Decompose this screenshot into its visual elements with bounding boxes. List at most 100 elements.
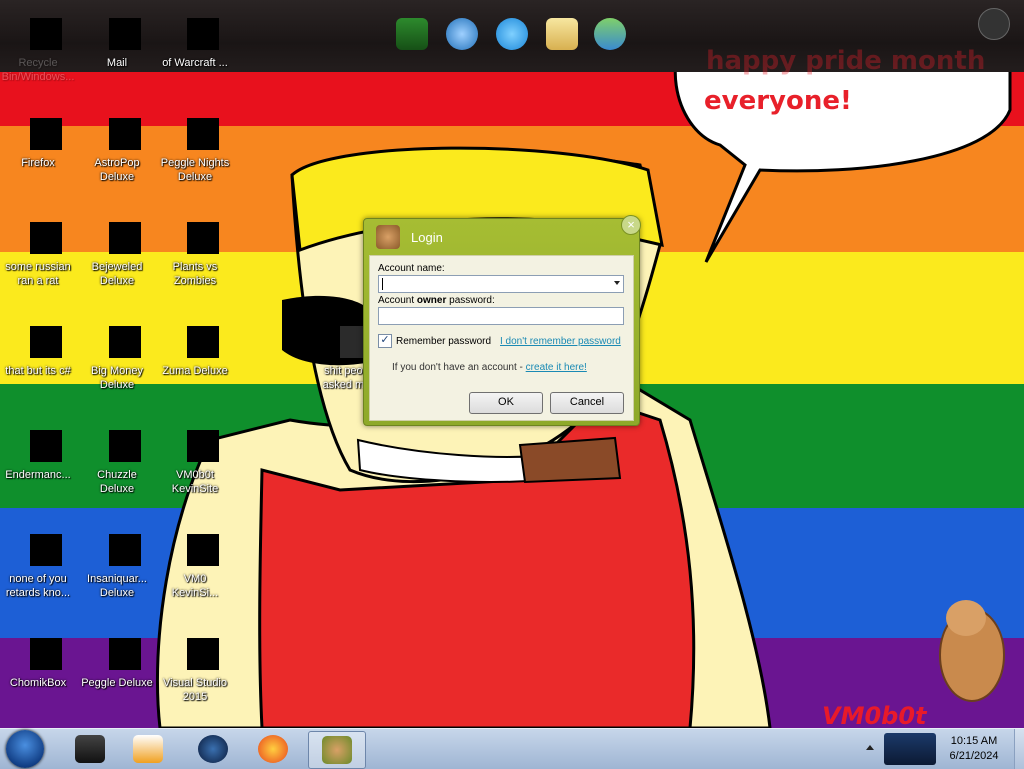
peggle-icon <box>93 628 141 676</box>
desktop-icon[interactable]: Peggle Deluxe <box>79 628 155 690</box>
ok-button[interactable]: OK <box>469 392 543 414</box>
redacted-block <box>30 118 62 150</box>
desktop: Recycle Bin/Windows... Mail of Warcraft … <box>0 0 1024 728</box>
desktop-icon[interactable]: AstroPop Deluxe <box>79 108 155 184</box>
desktop-icon-label: Bejeweled Deluxe <box>91 261 143 287</box>
desktop-icon-label: some russian ran a rat <box>5 261 71 287</box>
cancel-button[interactable]: Cancel <box>550 392 624 414</box>
redacted-block <box>187 118 219 150</box>
redacted-block <box>30 638 62 670</box>
plants-vs-zombies-icon <box>171 212 219 260</box>
forgot-password-link[interactable]: I don't remember password <box>500 336 621 347</box>
show-desktop-button[interactable] <box>1014 729 1024 769</box>
globe-icon <box>198 735 228 763</box>
desktop-icon[interactable]: Endermanc... <box>0 420 76 482</box>
start-button[interactable] <box>6 730 44 768</box>
desktop-icon[interactable]: Visual Studio 2015 <box>157 628 233 704</box>
close-button[interactable]: × <box>621 215 641 235</box>
network-icon[interactable] <box>446 18 478 50</box>
desktop-icon-top-1[interactable]: Recycle Bin/Windows... <box>0 8 76 84</box>
chomikbox-icon <box>14 628 62 676</box>
desktop-icon[interactable]: VM0b0t KevinSite <box>157 420 233 496</box>
winrar-icon[interactable] <box>396 18 428 50</box>
desktop-icon[interactable]: Plants vs Zombies <box>157 212 233 288</box>
taskbar-item-chomikbox[interactable] <box>308 731 366 769</box>
desktop-icon[interactable]: some russian ran a rat <box>0 212 76 288</box>
taskbar-item-media-player[interactable] <box>120 731 176 767</box>
taskbar-item-firefox[interactable] <box>245 731 301 767</box>
chuzzle-icon <box>93 420 141 468</box>
desktop-icon-label: Zuma Deluxe <box>162 365 228 377</box>
redacted-block <box>187 430 219 462</box>
redacted-block <box>109 534 141 566</box>
desktop-icon[interactable]: Insaniquar... Deluxe <box>79 524 155 600</box>
text-caret <box>382 278 383 290</box>
taskbar-item-globe[interactable] <box>185 731 241 767</box>
desktop-icon-label: that but its c# <box>5 365 71 377</box>
redacted-block <box>187 638 219 670</box>
messenger-icon[interactable] <box>594 18 626 50</box>
desktop-icon[interactable]: Chuzzle Deluxe <box>79 420 155 496</box>
desktop-icon-label: Peggle Nights Deluxe <box>160 157 230 183</box>
no-account-text: If you don't have an account - create it… <box>392 362 587 373</box>
redacted-block <box>30 222 62 254</box>
desktop-icon[interactable]: Big Money Deluxe <box>79 316 155 392</box>
firefox-icon <box>258 735 288 763</box>
desktop-icon-mail[interactable]: Mail <box>79 8 155 70</box>
remember-password-label[interactable]: Remember password <box>396 336 491 347</box>
media-app-icon <box>75 735 105 763</box>
taskbar: 10:15 AM 6/21/2024 <box>0 728 1024 769</box>
desktop-icon-warcraft[interactable]: of Warcraft ... <box>157 8 233 70</box>
redacted-block <box>109 430 141 462</box>
account-name-label: Account name: <box>378 263 445 274</box>
big-money-icon <box>93 316 141 364</box>
tray-app-icon[interactable] <box>884 733 936 765</box>
desktop-icon-label: Peggle Deluxe <box>81 677 153 689</box>
redacted-block <box>109 326 141 358</box>
show-hidden-icons-icon[interactable] <box>866 745 874 750</box>
mail-icon[interactable] <box>546 18 578 50</box>
desktop-icon[interactable]: none of you retards kno... <box>0 524 76 600</box>
clock-time: 10:15 AM <box>950 735 998 747</box>
desktop-icon-label: AstroPop Deluxe <box>94 157 140 183</box>
internet-explorer-icon[interactable] <box>496 18 528 50</box>
media-player-icon <box>133 735 163 763</box>
redacted-icon <box>30 18 62 50</box>
send-icon[interactable] <box>978 8 1010 40</box>
redacted-block <box>30 430 62 462</box>
desktop-icon-label: Firefox <box>21 157 55 169</box>
redacted-block <box>30 534 62 566</box>
speech-line-2: everyone! <box>704 86 852 116</box>
desktop-icon-label: Chuzzle Deluxe <box>97 469 137 495</box>
password-field[interactable] <box>378 307 624 325</box>
redacted-block <box>109 118 141 150</box>
desktop-icon[interactable]: VM0 KevinSi... <box>157 524 233 600</box>
desktop-icon-label: Insaniquar... Deluxe <box>87 573 147 599</box>
desktop-icon-label: none of you retards kno... <box>5 573 71 599</box>
desktop-icon[interactable]: ChomikBox <box>0 628 76 690</box>
create-account-link[interactable]: create it here! <box>526 362 587 373</box>
desktop-icon-label: Endermanc... <box>5 469 71 481</box>
vm-kevinsite-2-icon <box>171 524 219 572</box>
firefox-icon <box>14 108 62 156</box>
desktop-icon[interactable]: Firefox <box>0 108 76 170</box>
bejeweled-icon <box>93 212 141 260</box>
login-titlebar[interactable]: Login × <box>364 215 641 255</box>
chrome-like-icon <box>14 524 62 572</box>
account-name-combo[interactable] <box>378 275 624 293</box>
desktop-icon[interactable]: that but its c# <box>0 316 76 378</box>
desktop-icon[interactable]: Peggle Nights Deluxe <box>157 108 233 184</box>
desktop-icon[interactable]: Zuma Deluxe <box>157 316 233 378</box>
taskbar-item-media-app[interactable] <box>62 731 118 767</box>
redacted-block <box>109 638 141 670</box>
speech-line-1: happy pride month <box>706 46 986 76</box>
desktop-icon-label: Visual Studio 2015 <box>162 677 227 703</box>
chevron-down-icon[interactable] <box>614 281 620 285</box>
desktop-icon[interactable]: Bejeweled Deluxe <box>79 212 155 288</box>
remember-password-checkbox[interactable]: ✓ <box>378 334 392 348</box>
clock[interactable]: 10:15 AM 6/21/2024 <box>940 734 1008 764</box>
peggle-nights-icon <box>171 108 219 156</box>
redacted-icon <box>187 18 219 50</box>
astropop-icon <box>93 108 141 156</box>
login-dialog: Login × Account name: Account owner pass… <box>363 215 641 426</box>
